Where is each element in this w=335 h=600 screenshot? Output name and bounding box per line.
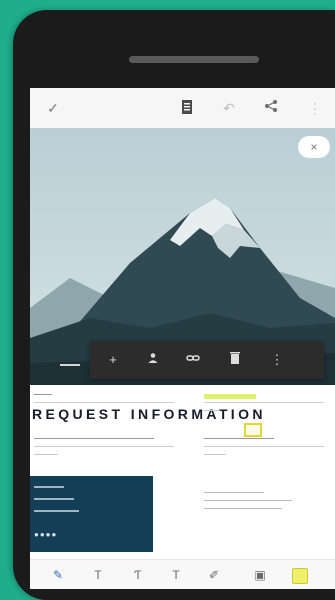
text-format-icon[interactable]: T [168, 567, 184, 583]
app-screen: ✓ ↶ ⋮ × REQUEST INFORMATION + ⋮ ●●●● ✎ T… [30, 88, 335, 589]
trash-icon[interactable] [226, 351, 244, 369]
phone-speaker [129, 56, 259, 63]
selection-handle[interactable] [244, 423, 262, 437]
highlighted-text [204, 394, 256, 399]
form-marker-left [60, 364, 80, 366]
plus-icon[interactable]: + [104, 351, 122, 369]
field-label-line [204, 438, 274, 439]
undo-icon[interactable]: ↶ [220, 99, 238, 117]
card-text-line [34, 498, 74, 500]
field-underline[interactable] [34, 446, 174, 447]
contact-card: ●●●● [30, 476, 153, 552]
bottom-toolbar: ✎ T Ƭ T ✐ ▣ [30, 559, 335, 589]
field-hint-line [34, 454, 58, 455]
check-icon[interactable]: ✓ [44, 99, 62, 117]
field-underline[interactable] [204, 446, 324, 447]
close-button[interactable]: × [298, 136, 330, 158]
share-icon[interactable] [262, 99, 280, 117]
text-icon[interactable]: T [90, 567, 106, 583]
field-hint-line [204, 410, 220, 411]
document-icon[interactable] [178, 99, 196, 117]
floating-edit-toolbar: + ⋮ [90, 341, 324, 379]
more-vertical-icon[interactable]: ⋮ [306, 99, 324, 117]
field-label-line [34, 394, 52, 395]
text-cursor-icon[interactable]: Ƭ [130, 567, 146, 583]
document-title: REQUEST INFORMATION [32, 406, 266, 422]
image-icon[interactable]: ▣ [252, 567, 268, 583]
field-label-line [204, 500, 292, 501]
field-hint-line [204, 454, 226, 455]
field-underline[interactable] [204, 402, 324, 403]
field-label-line [34, 438, 154, 439]
card-text-line [34, 510, 79, 512]
pen-icon[interactable]: ✎ [50, 567, 66, 583]
signature-icon[interactable]: ✐ [206, 567, 222, 583]
social-icons: ●●●● [34, 530, 58, 539]
card-text-line [34, 486, 64, 488]
more-vertical-icon[interactable]: ⋮ [268, 351, 286, 369]
field-label-line [204, 492, 264, 493]
link-icon[interactable] [184, 351, 202, 369]
top-app-bar: ✓ ↶ ⋮ [30, 88, 335, 129]
person-icon[interactable] [144, 351, 162, 369]
sticky-note-icon[interactable] [292, 568, 308, 584]
field-label-line [204, 508, 282, 509]
field-underline[interactable] [34, 402, 174, 403]
